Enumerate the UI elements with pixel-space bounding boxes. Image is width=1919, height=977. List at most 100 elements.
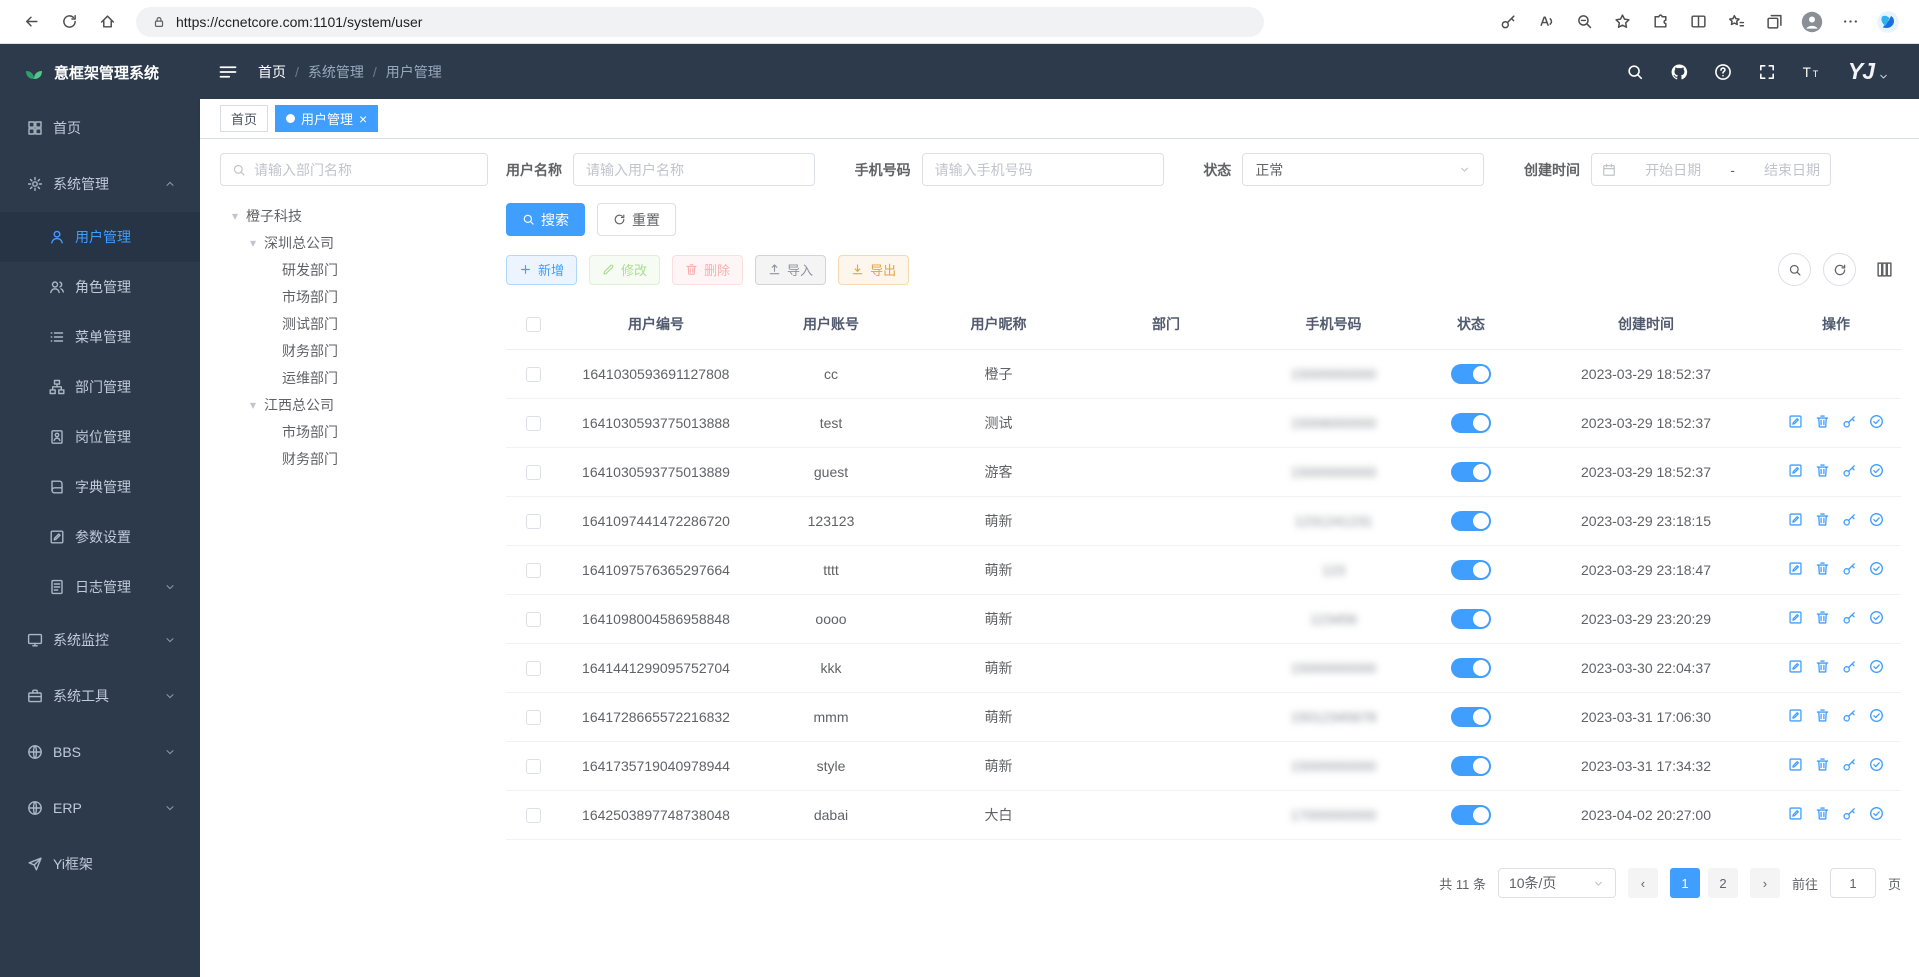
row-edit-button[interactable] xyxy=(1788,806,1803,821)
row-reset-password-button[interactable] xyxy=(1842,512,1857,527)
search-button[interactable] xyxy=(1626,63,1644,81)
row-checkbox[interactable] xyxy=(526,808,541,823)
status-toggle[interactable] xyxy=(1451,560,1491,580)
dept-search-input[interactable]: 请输入部门名称 xyxy=(220,153,488,186)
collections-button[interactable] xyxy=(1757,5,1791,39)
tree-node[interactable]: 运维部门 xyxy=(220,364,488,391)
sidebar-item-tool[interactable]: 系统工具 xyxy=(0,668,200,724)
row-edit-button[interactable] xyxy=(1788,512,1803,527)
row-reset-password-button[interactable] xyxy=(1842,806,1857,821)
row-checkbox[interactable] xyxy=(526,465,541,480)
row-assign-role-button[interactable] xyxy=(1869,463,1884,478)
row-reset-password-button[interactable] xyxy=(1842,708,1857,723)
hamburger-icon[interactable] xyxy=(218,62,238,82)
tree-node[interactable]: 测试部门 xyxy=(220,310,488,337)
phone-input[interactable]: 请输入手机号码 xyxy=(922,153,1164,186)
page-button-2[interactable]: 2 xyxy=(1708,868,1738,898)
row-assign-role-button[interactable] xyxy=(1869,757,1884,772)
row-edit-button[interactable] xyxy=(1788,414,1803,429)
row-delete-button[interactable] xyxy=(1815,708,1830,723)
star-button[interactable] xyxy=(1605,5,1639,39)
row-reset-password-button[interactable] xyxy=(1842,659,1857,674)
status-toggle[interactable] xyxy=(1451,658,1491,678)
row-assign-role-button[interactable] xyxy=(1869,610,1884,625)
row-checkbox[interactable] xyxy=(526,612,541,627)
url-bar[interactable]: https://ccnetcore.com:1101/system/user xyxy=(136,7,1264,37)
tree-node[interactable]: ▾深圳总公司 xyxy=(220,229,488,256)
sidebar-item-bbs[interactable]: BBS xyxy=(0,724,200,780)
username-input[interactable]: 请输入用户名称 xyxy=(573,153,815,186)
page-button-1[interactable]: 1 xyxy=(1670,868,1700,898)
row-delete-button[interactable] xyxy=(1815,561,1830,576)
sidebar-item-menu[interactable]: 菜单管理 xyxy=(0,312,200,362)
row-edit-button[interactable] xyxy=(1788,708,1803,723)
extensions-button[interactable] xyxy=(1643,5,1677,39)
row-checkbox[interactable] xyxy=(526,661,541,676)
sidebar-item-system[interactable]: 系统管理 xyxy=(0,156,200,212)
row-checkbox[interactable] xyxy=(526,367,541,382)
column-settings-button[interactable] xyxy=(1868,253,1901,286)
row-delete-button[interactable] xyxy=(1815,806,1830,821)
split-screen-button[interactable] xyxy=(1681,5,1715,39)
breadcrumb-item[interactable]: 首页 xyxy=(258,62,286,82)
page-size-select[interactable]: 10条/页 xyxy=(1498,868,1616,898)
row-assign-role-button[interactable] xyxy=(1869,512,1884,527)
user-avatar[interactable]: YJ xyxy=(1848,58,1889,85)
goto-page-input[interactable]: 1 xyxy=(1830,868,1876,898)
prev-page-button[interactable]: ‹ xyxy=(1628,868,1658,898)
row-edit-button[interactable] xyxy=(1788,659,1803,674)
search-button[interactable]: 搜索 xyxy=(506,203,585,236)
row-delete-button[interactable] xyxy=(1815,610,1830,625)
tree-node[interactable]: 财务部门 xyxy=(220,445,488,472)
row-reset-password-button[interactable] xyxy=(1842,561,1857,576)
status-toggle[interactable] xyxy=(1451,462,1491,482)
back-button[interactable] xyxy=(14,5,48,39)
favorites-bar-button[interactable] xyxy=(1719,5,1753,39)
status-toggle[interactable] xyxy=(1451,511,1491,531)
import-button[interactable]: 导入 xyxy=(755,255,826,285)
export-button[interactable]: 导出 xyxy=(838,255,909,285)
status-toggle[interactable] xyxy=(1451,756,1491,776)
sidebar-item-erp[interactable]: ERP xyxy=(0,780,200,836)
tab-首页[interactable]: 首页 xyxy=(220,105,268,132)
copilot-button[interactable] xyxy=(1871,5,1905,39)
tree-expand-caret-icon[interactable]: ▾ xyxy=(242,236,264,250)
sidebar-item-yi[interactable]: Yi框架 xyxy=(0,836,200,892)
add-button[interactable]: 新增 xyxy=(506,255,577,285)
sidebar-item-dept[interactable]: 部门管理 xyxy=(0,362,200,412)
tree-expand-caret-icon[interactable]: ▾ xyxy=(242,398,264,412)
tree-node[interactable]: 市场部门 xyxy=(220,283,488,310)
date-range-input[interactable]: 开始日期 - 结束日期 xyxy=(1591,153,1831,186)
sidebar-item-post[interactable]: 岗位管理 xyxy=(0,412,200,462)
avatar-button[interactable] xyxy=(1795,5,1829,39)
edit-button[interactable]: 修改 xyxy=(589,255,660,285)
row-delete-button[interactable] xyxy=(1815,463,1830,478)
select-all-checkbox[interactable] xyxy=(526,317,541,332)
row-assign-role-button[interactable] xyxy=(1869,414,1884,429)
row-reset-password-button[interactable] xyxy=(1842,757,1857,772)
github-button[interactable] xyxy=(1670,63,1688,81)
row-assign-role-button[interactable] xyxy=(1869,659,1884,674)
tab-用户管理[interactable]: 用户管理× xyxy=(275,105,378,132)
home-button[interactable] xyxy=(90,5,124,39)
refresh-table-button[interactable] xyxy=(1823,253,1856,286)
sidebar-item-dict[interactable]: 字典管理 xyxy=(0,462,200,512)
row-assign-role-button[interactable] xyxy=(1869,561,1884,576)
row-assign-role-button[interactable] xyxy=(1869,708,1884,723)
row-checkbox[interactable] xyxy=(526,514,541,529)
read-aloud-button[interactable] xyxy=(1529,5,1563,39)
tree-node[interactable]: 财务部门 xyxy=(220,337,488,364)
sidebar-item-monitor[interactable]: 系统监控 xyxy=(0,612,200,668)
row-assign-role-button[interactable] xyxy=(1869,806,1884,821)
row-edit-button[interactable] xyxy=(1788,561,1803,576)
status-toggle[interactable] xyxy=(1451,707,1491,727)
zoom-button[interactable] xyxy=(1567,5,1601,39)
tree-node[interactable]: 研发部门 xyxy=(220,256,488,283)
status-toggle[interactable] xyxy=(1451,609,1491,629)
row-edit-button[interactable] xyxy=(1788,610,1803,625)
row-delete-button[interactable] xyxy=(1815,757,1830,772)
font-size-button[interactable]: TT xyxy=(1802,63,1820,81)
reset-button[interactable]: 重置 xyxy=(597,203,676,236)
fullscreen-button[interactable] xyxy=(1758,63,1776,81)
sidebar-item-home[interactable]: 首页 xyxy=(0,100,200,156)
